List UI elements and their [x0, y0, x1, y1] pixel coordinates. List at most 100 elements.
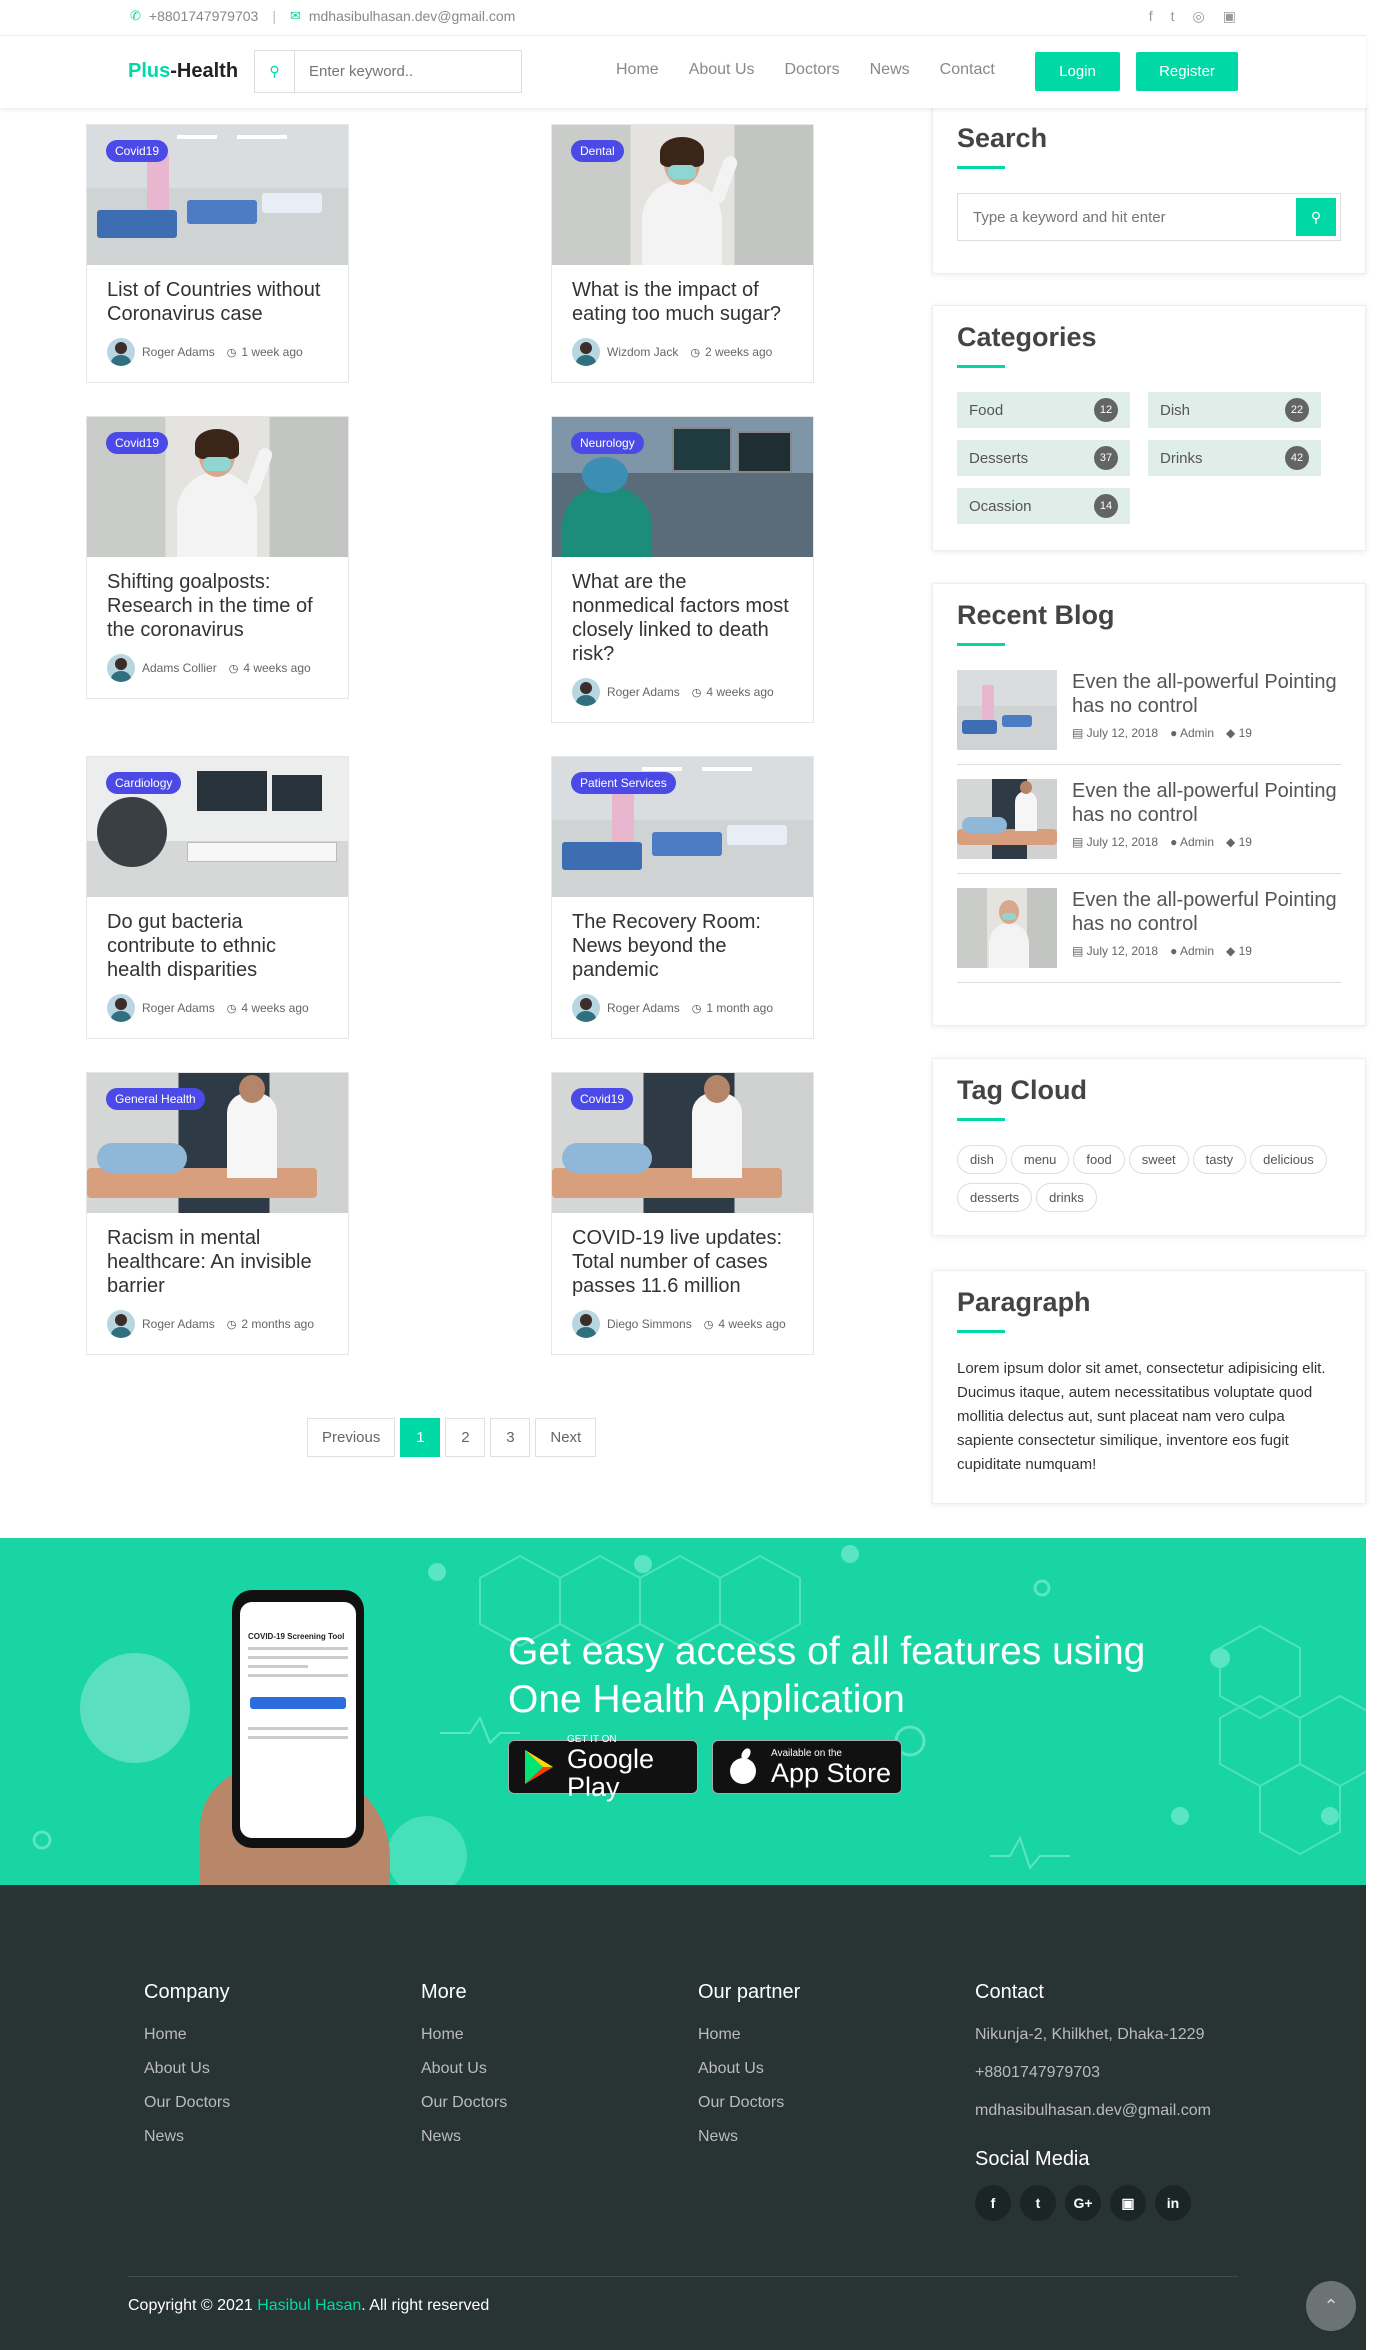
category-item[interactable]: Dish 22: [1148, 392, 1321, 428]
blog-author[interactable]: Diego Simmons: [607, 1317, 692, 1331]
blog-card[interactable]: Patient Services The Recovery Room: News…: [551, 756, 814, 1039]
topbar-phone[interactable]: ✆ +8801747979703: [130, 8, 258, 24]
nav-link-contact[interactable]: Contact: [940, 61, 995, 79]
recent-post-title[interactable]: Even the all-powerful Pointing has no co…: [1072, 888, 1341, 936]
blog-thumbnail[interactable]: Covid19: [87, 417, 348, 557]
footer-link[interactable]: About Us: [421, 2060, 507, 2078]
copyright-author-link[interactable]: Hasibul Hasan: [257, 2297, 361, 2314]
tag-item[interactable]: desserts: [957, 1183, 1033, 1212]
nav-link-about[interactable]: About Us: [689, 61, 755, 79]
footer-link[interactable]: Our Doctors: [144, 2094, 230, 2112]
blog-title[interactable]: The Recovery Room: News beyond the pande…: [552, 897, 813, 982]
nav-search-input[interactable]: [295, 51, 521, 92]
recent-post-comments[interactable]: ◆ 19: [1226, 835, 1252, 849]
recent-post-title[interactable]: Even the all-powerful Pointing has no co…: [1072, 670, 1341, 718]
footer-link[interactable]: Home: [421, 2026, 507, 2044]
recent-post-title[interactable]: Even the all-powerful Pointing has no co…: [1072, 779, 1341, 827]
blog-card[interactable]: Covid19 COVID-19 live updates: Total num…: [551, 1072, 814, 1355]
blog-card[interactable]: Covid19 List of Countries without Corona…: [86, 124, 349, 383]
blog-card[interactable]: Cardiology Do gut bacteria contribute to…: [86, 756, 349, 1039]
recent-post-author[interactable]: ● Admin: [1170, 944, 1214, 958]
twitter-icon[interactable]: t: [1171, 8, 1175, 25]
nav-link-doctors[interactable]: Doctors: [785, 61, 840, 79]
recent-post[interactable]: Even the all-powerful Pointing has no co…: [957, 670, 1341, 765]
category-item[interactable]: Desserts 37: [957, 440, 1130, 476]
pagination-previous[interactable]: Previous: [307, 1418, 396, 1457]
recent-post-thumbnail[interactable]: [957, 670, 1057, 750]
recent-post[interactable]: Even the all-powerful Pointing has no co…: [957, 779, 1341, 874]
blog-author[interactable]: Adams Collier: [142, 661, 217, 675]
nav-link-home[interactable]: Home: [616, 61, 659, 79]
blog-thumbnail[interactable]: Patient Services: [552, 757, 813, 897]
facebook-icon[interactable]: f: [975, 2185, 1011, 2221]
nav-link-news[interactable]: News: [870, 61, 910, 79]
tag-item[interactable]: drinks: [1036, 1183, 1097, 1212]
blog-thumbnail[interactable]: Covid19: [552, 1073, 813, 1213]
category-item[interactable]: Food 12: [957, 392, 1130, 428]
blog-author[interactable]: Roger Adams: [607, 685, 680, 699]
footer-phone[interactable]: +8801747979703: [975, 2064, 1211, 2082]
blog-author[interactable]: Wizdom Jack: [607, 345, 678, 359]
category-badge[interactable]: Patient Services: [571, 772, 676, 794]
back-to-top-button[interactable]: ⌃: [1306, 2281, 1356, 2331]
instagram-icon[interactable]: ▣: [1223, 8, 1236, 25]
blog-title[interactable]: What are the nonmedical factors most clo…: [552, 557, 813, 666]
tag-item[interactable]: sweet: [1128, 1145, 1189, 1174]
tag-item[interactable]: tasty: [1192, 1145, 1247, 1174]
pagination-next[interactable]: Next: [535, 1418, 597, 1457]
blog-author[interactable]: Roger Adams: [142, 1001, 215, 1015]
recent-post-comments[interactable]: ◆ 19: [1226, 944, 1252, 958]
google-plus-icon[interactable]: G+: [1065, 2185, 1101, 2221]
blog-title[interactable]: Racism in mental healthcare: An invisibl…: [87, 1213, 348, 1298]
category-badge[interactable]: Neurology: [571, 432, 644, 454]
footer-link[interactable]: Home: [698, 2026, 800, 2044]
category-item[interactable]: Drinks 42: [1148, 440, 1321, 476]
site-logo[interactable]: Plus-Health: [128, 60, 238, 83]
recent-post-author[interactable]: ● Admin: [1170, 835, 1214, 849]
blog-title[interactable]: COVID-19 live updates: Total number of c…: [552, 1213, 813, 1298]
category-badge[interactable]: General Health: [106, 1088, 205, 1110]
google-play-button[interactable]: GET IT ON Google Play: [508, 1734, 698, 1801]
blog-title[interactable]: Shifting goalposts: Research in the time…: [87, 557, 348, 642]
login-button[interactable]: Login: [1035, 52, 1120, 91]
blog-thumbnail[interactable]: Covid19: [87, 125, 348, 265]
footer-link[interactable]: News: [144, 2128, 230, 2146]
footer-link[interactable]: Our Doctors: [421, 2094, 507, 2112]
category-badge[interactable]: Dental: [571, 140, 624, 162]
blog-thumbnail[interactable]: Dental: [552, 125, 813, 265]
blog-card[interactable]: Covid19 Shifting goalposts: Research in …: [86, 416, 349, 699]
instagram-icon[interactable]: ▣: [1110, 2185, 1146, 2221]
blog-author[interactable]: Roger Adams: [142, 345, 215, 359]
register-button[interactable]: Register: [1136, 52, 1238, 91]
recent-post-thumbnail[interactable]: [957, 888, 1057, 968]
blog-title[interactable]: List of Countries without Coronavirus ca…: [87, 265, 348, 326]
sidebar-search-input[interactable]: [958, 194, 1292, 240]
twitter-icon[interactable]: t: [1020, 2185, 1056, 2221]
topbar-email[interactable]: ✉ mdhasibulhasan.dev@gmail.com: [290, 8, 515, 24]
tag-item[interactable]: delicious: [1250, 1145, 1327, 1174]
linkedin-icon[interactable]: in: [1155, 2185, 1191, 2221]
footer-link[interactable]: News: [421, 2128, 507, 2146]
category-badge[interactable]: Covid19: [106, 432, 169, 454]
search-icon[interactable]: ⚲: [1296, 198, 1336, 236]
dribbble-icon[interactable]: ◎: [1193, 8, 1205, 25]
category-badge[interactable]: Cardiology: [106, 772, 182, 794]
recent-post[interactable]: Even the all-powerful Pointing has no co…: [957, 888, 1341, 983]
blog-author[interactable]: Roger Adams: [607, 1001, 680, 1015]
app-store-button[interactable]: Available on the App Store: [712, 1740, 902, 1794]
blog-card[interactable]: Neurology What are the nonmedical factor…: [551, 416, 814, 723]
blog-author[interactable]: Roger Adams: [142, 1317, 215, 1331]
facebook-icon[interactable]: f: [1149, 8, 1153, 25]
footer-link[interactable]: News: [698, 2128, 800, 2146]
recent-post-author[interactable]: ● Admin: [1170, 726, 1214, 740]
blog-thumbnail[interactable]: Neurology: [552, 417, 813, 557]
footer-email[interactable]: mdhasibulhasan.dev@gmail.com: [975, 2102, 1211, 2120]
search-icon[interactable]: ⚲: [255, 51, 295, 92]
blog-thumbnail[interactable]: Cardiology: [87, 757, 348, 897]
pagination-page-3[interactable]: 3: [490, 1418, 531, 1457]
tag-item[interactable]: food: [1073, 1145, 1125, 1174]
blog-card[interactable]: General Health Racism in mental healthca…: [86, 1072, 349, 1355]
recent-post-comments[interactable]: ◆ 19: [1226, 726, 1252, 740]
category-badge[interactable]: Covid19: [106, 140, 169, 162]
pagination-page-2[interactable]: 2: [445, 1418, 486, 1457]
